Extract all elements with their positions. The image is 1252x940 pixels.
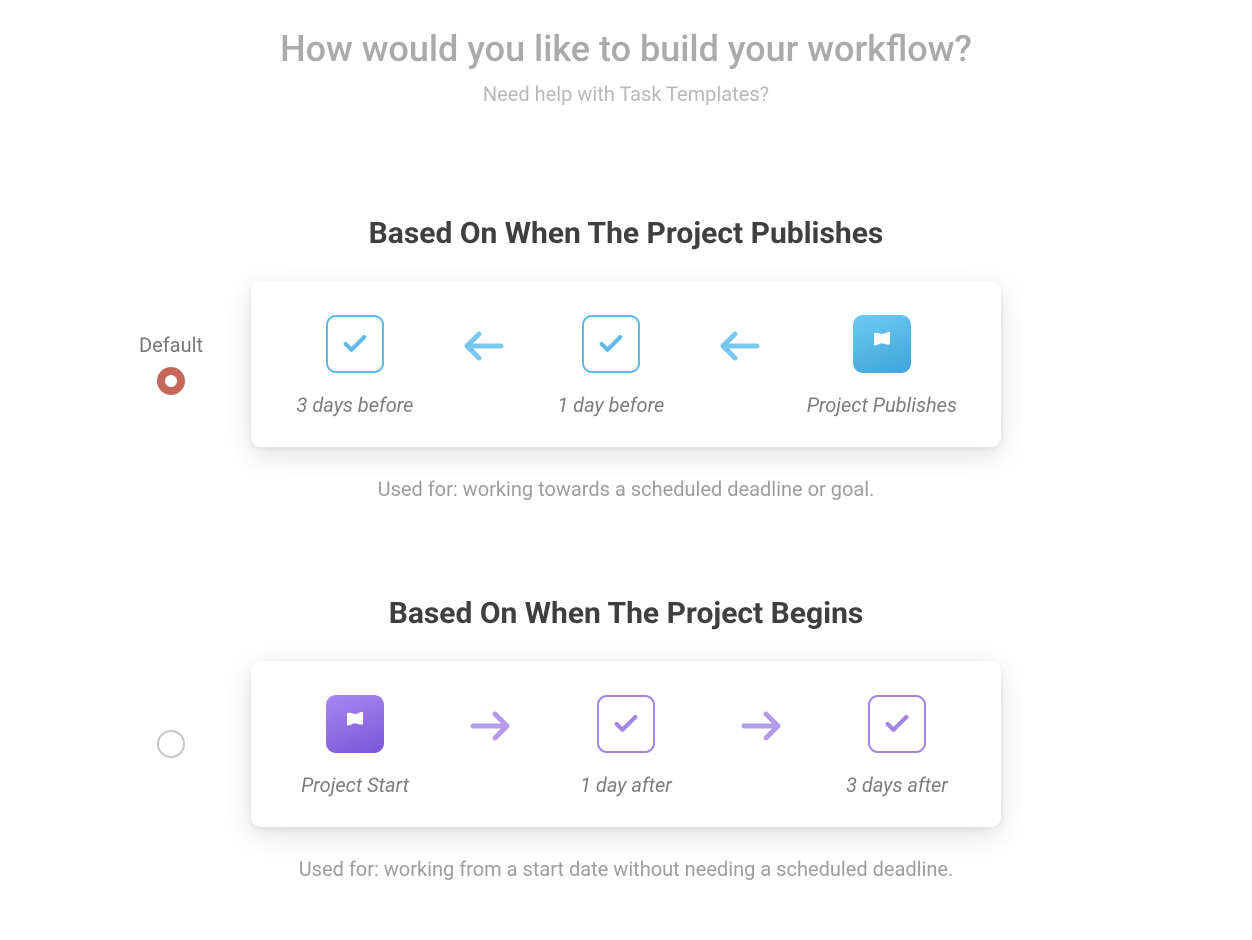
checkmark-icon	[326, 315, 384, 373]
cell-1-day-after: 1 day after	[566, 695, 686, 797]
cell-1-day-before: 1 day before	[551, 315, 671, 417]
radio-selected-icon	[157, 367, 185, 395]
cell-label: 3 days before	[297, 393, 414, 417]
cell-label: Project Publishes	[807, 393, 957, 417]
help-link[interactable]: Need help with Task Templates?	[0, 82, 1252, 106]
radio-unselected-icon	[157, 730, 185, 758]
radio-publishes-label: Default	[139, 333, 203, 357]
option-publishes-caption: Used for: working towards a scheduled de…	[0, 477, 1252, 501]
cell-3-days-after: 3 days after	[837, 695, 957, 797]
page-title: How would you like to build your workflo…	[0, 28, 1252, 70]
cell-label: 3 days after	[846, 773, 948, 797]
flag-icon	[326, 695, 384, 753]
option-begins-caption: Used for: working from a start date with…	[0, 857, 1252, 881]
option-publishes: Based On When The Project Publishes Defa…	[0, 216, 1252, 501]
option-begins: Based On When The Project Begins Project…	[0, 596, 1252, 881]
cell-label: Project Start	[301, 773, 409, 797]
flag-icon	[853, 315, 911, 373]
cell-label: 1 day before	[557, 393, 664, 417]
card-begins[interactable]: Project Start 1 day after	[251, 661, 1001, 827]
cell-3-days-before: 3 days before	[295, 315, 415, 417]
option-begins-title: Based On When The Project Begins	[0, 596, 1252, 631]
checkmark-icon	[582, 315, 640, 373]
arrow-right-icon	[738, 695, 786, 753]
checkmark-icon	[597, 695, 655, 753]
radio-begins[interactable]	[91, 730, 251, 758]
arrow-right-icon	[467, 695, 515, 753]
arrow-left-icon	[715, 315, 763, 373]
arrow-left-icon	[459, 315, 507, 373]
checkmark-icon	[868, 695, 926, 753]
cell-project-start: Project Start	[295, 695, 415, 797]
radio-publishes[interactable]: Default	[91, 333, 251, 395]
card-publishes[interactable]: 3 days before 1 day before	[251, 281, 1001, 447]
cell-project-publishes: Project Publishes	[807, 315, 957, 417]
cell-label: 1 day after	[580, 773, 672, 797]
option-publishes-title: Based On When The Project Publishes	[0, 216, 1252, 251]
